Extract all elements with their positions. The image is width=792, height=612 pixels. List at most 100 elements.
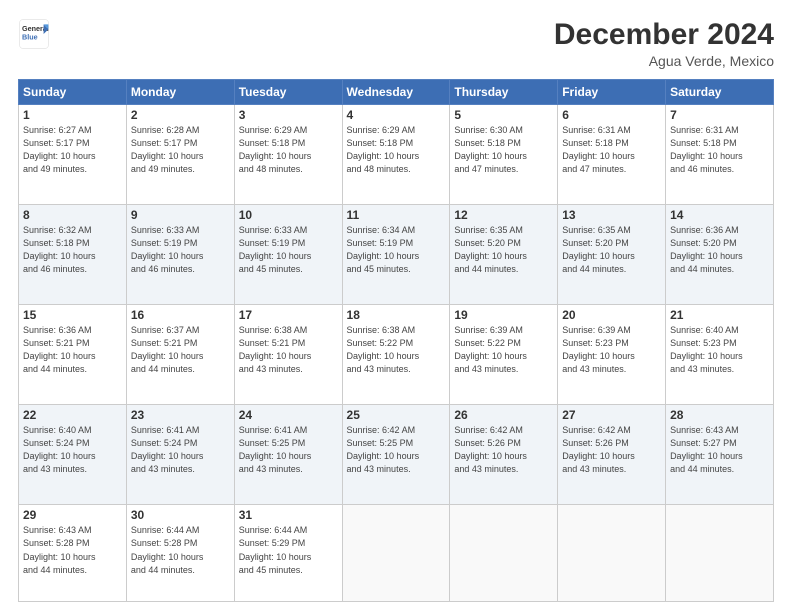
- day-info: Sunrise: 6:34 AM Sunset: 5:19 PM Dayligh…: [347, 224, 446, 276]
- day-info: Sunrise: 6:28 AM Sunset: 5:17 PM Dayligh…: [131, 124, 230, 176]
- calendar-cell: 27 Sunrise: 6:42 AM Sunset: 5:26 PM Dayli…: [558, 405, 666, 505]
- calendar-cell: 24Sunrise: 6:41 AM Sunset: 5:25 PM Dayli…: [234, 405, 342, 505]
- day-info: Sunrise: 6:36 AM Sunset: 5:20 PM Dayligh…: [670, 224, 769, 276]
- day-info: Sunrise: 6:44 AM Sunset: 5:29 PM Dayligh…: [239, 524, 338, 576]
- calendar-table: SundayMondayTuesdayWednesdayThursdayFrid…: [18, 79, 774, 602]
- calendar-cell: [666, 505, 774, 602]
- calendar-cell: 8Sunrise: 6:32 AM Sunset: 5:18 PM Daylig…: [19, 205, 127, 305]
- day-number: 22: [23, 408, 122, 422]
- col-header-tuesday: Tuesday: [234, 80, 342, 105]
- day-number: 15: [23, 308, 122, 322]
- calendar-cell: 6 Sunrise: 6:31 AM Sunset: 5:18 PM Daylig…: [558, 105, 666, 205]
- col-header-friday: Friday: [558, 80, 666, 105]
- day-info: Sunrise: 6:39 AM Sunset: 5:22 PM Dayligh…: [454, 324, 553, 376]
- day-info: Sunrise: 6:33 AM Sunset: 5:19 PM Dayligh…: [131, 224, 230, 276]
- col-header-monday: Monday: [126, 80, 234, 105]
- day-info: Sunrise: 6:31 AM Sunset: 5:18 PM Dayligh…: [562, 124, 661, 176]
- day-number: 31: [239, 508, 338, 522]
- day-number: 28: [670, 408, 769, 422]
- svg-text:Blue: Blue: [22, 33, 38, 42]
- calendar-cell: 14Sunrise: 6:36 AM Sunset: 5:20 PM Dayli…: [666, 205, 774, 305]
- day-number: 5: [454, 108, 553, 122]
- calendar-cell: 17Sunrise: 6:38 AM Sunset: 5:21 PM Dayli…: [234, 305, 342, 405]
- calendar-cell: [450, 505, 558, 602]
- day-info: Sunrise: 6:39 AM Sunset: 5:23 PM Dayligh…: [562, 324, 661, 376]
- day-number: 23: [131, 408, 230, 422]
- calendar-cell: 29 Sunrise: 6:43 AM Sunset: 5:28 PM Dayli…: [19, 505, 127, 602]
- day-number: 26: [454, 408, 553, 422]
- day-number: 10: [239, 208, 338, 222]
- day-number: 16: [131, 308, 230, 322]
- calendar-cell: 2 Sunrise: 6:28 AM Sunset: 5:17 PM Daylig…: [126, 105, 234, 205]
- day-number: 13: [562, 208, 661, 222]
- day-info: Sunrise: 6:29 AM Sunset: 5:18 PM Dayligh…: [347, 124, 446, 176]
- day-number: 29: [23, 508, 122, 522]
- day-number: 27: [562, 408, 661, 422]
- day-number: 25: [347, 408, 446, 422]
- day-number: 7: [670, 108, 769, 122]
- calendar-cell: 19 Sunrise: 6:39 AM Sunset: 5:22 PM Dayli…: [450, 305, 558, 405]
- calendar-cell: 22 Sunrise: 6:40 AM Sunset: 5:24 PM Dayli…: [19, 405, 127, 505]
- calendar-cell: 21 Sunrise: 6:40 AM Sunset: 5:23 PM Dayli…: [666, 305, 774, 405]
- day-info: Sunrise: 6:27 AM Sunset: 5:17 PM Dayligh…: [23, 124, 122, 176]
- title-block: December 2024 Agua Verde, Mexico: [554, 18, 774, 69]
- day-info: Sunrise: 6:38 AM Sunset: 5:22 PM Dayligh…: [347, 324, 446, 376]
- calendar-cell: 9Sunrise: 6:33 AM Sunset: 5:19 PM Daylig…: [126, 205, 234, 305]
- calendar-cell: 20 Sunrise: 6:39 AM Sunset: 5:23 PM Dayli…: [558, 305, 666, 405]
- calendar-cell: [342, 505, 450, 602]
- day-info: Sunrise: 6:36 AM Sunset: 5:21 PM Dayligh…: [23, 324, 122, 376]
- day-number: 11: [347, 208, 446, 222]
- day-info: Sunrise: 6:35 AM Sunset: 5:20 PM Dayligh…: [562, 224, 661, 276]
- calendar-cell: [558, 505, 666, 602]
- calendar-cell: 5 Sunrise: 6:30 AM Sunset: 5:18 PM Daylig…: [450, 105, 558, 205]
- day-info: Sunrise: 6:42 AM Sunset: 5:26 PM Dayligh…: [562, 424, 661, 476]
- day-number: 1: [23, 108, 122, 122]
- day-info: Sunrise: 6:42 AM Sunset: 5:26 PM Dayligh…: [454, 424, 553, 476]
- col-header-saturday: Saturday: [666, 80, 774, 105]
- header: General Blue December 2024 Agua Verde, M…: [18, 18, 774, 69]
- day-number: 18: [347, 308, 446, 322]
- logo: General Blue: [18, 18, 50, 50]
- col-header-wednesday: Wednesday: [342, 80, 450, 105]
- day-number: 6: [562, 108, 661, 122]
- calendar-cell: 4 Sunrise: 6:29 AM Sunset: 5:18 PM Daylig…: [342, 105, 450, 205]
- day-info: Sunrise: 6:43 AM Sunset: 5:27 PM Dayligh…: [670, 424, 769, 476]
- subtitle: Agua Verde, Mexico: [554, 53, 774, 69]
- day-info: Sunrise: 6:29 AM Sunset: 5:18 PM Dayligh…: [239, 124, 338, 176]
- calendar-cell: 26 Sunrise: 6:42 AM Sunset: 5:26 PM Dayli…: [450, 405, 558, 505]
- calendar-cell: 15 Sunrise: 6:36 AM Sunset: 5:21 PM Dayli…: [19, 305, 127, 405]
- day-number: 12: [454, 208, 553, 222]
- day-info: Sunrise: 6:41 AM Sunset: 5:25 PM Dayligh…: [239, 424, 338, 476]
- calendar-cell: 3 Sunrise: 6:29 AM Sunset: 5:18 PM Daylig…: [234, 105, 342, 205]
- calendar-cell: 23Sunrise: 6:41 AM Sunset: 5:24 PM Dayli…: [126, 405, 234, 505]
- day-info: Sunrise: 6:33 AM Sunset: 5:19 PM Dayligh…: [239, 224, 338, 276]
- day-info: Sunrise: 6:30 AM Sunset: 5:18 PM Dayligh…: [454, 124, 553, 176]
- day-info: Sunrise: 6:42 AM Sunset: 5:25 PM Dayligh…: [347, 424, 446, 476]
- day-number: 3: [239, 108, 338, 122]
- day-number: 4: [347, 108, 446, 122]
- calendar-cell: 12 Sunrise: 6:35 AM Sunset: 5:20 PM Dayli…: [450, 205, 558, 305]
- day-number: 20: [562, 308, 661, 322]
- col-header-thursday: Thursday: [450, 80, 558, 105]
- day-info: Sunrise: 6:35 AM Sunset: 5:20 PM Dayligh…: [454, 224, 553, 276]
- day-info: Sunrise: 6:31 AM Sunset: 5:18 PM Dayligh…: [670, 124, 769, 176]
- day-number: 2: [131, 108, 230, 122]
- day-info: Sunrise: 6:43 AM Sunset: 5:28 PM Dayligh…: [23, 524, 122, 576]
- day-info: Sunrise: 6:38 AM Sunset: 5:21 PM Dayligh…: [239, 324, 338, 376]
- col-header-sunday: Sunday: [19, 80, 127, 105]
- calendar-cell: 25 Sunrise: 6:42 AM Sunset: 5:25 PM Dayli…: [342, 405, 450, 505]
- calendar-cell: 31 Sunrise: 6:44 AM Sunset: 5:29 PM Dayli…: [234, 505, 342, 602]
- day-info: Sunrise: 6:40 AM Sunset: 5:24 PM Dayligh…: [23, 424, 122, 476]
- main-title: December 2024: [554, 18, 774, 51]
- day-info: Sunrise: 6:40 AM Sunset: 5:23 PM Dayligh…: [670, 324, 769, 376]
- calendar-cell: 1 Sunrise: 6:27 AM Sunset: 5:17 PM Daylig…: [19, 105, 127, 205]
- calendar-cell: 30Sunrise: 6:44 AM Sunset: 5:28 PM Dayli…: [126, 505, 234, 602]
- day-number: 19: [454, 308, 553, 322]
- day-number: 21: [670, 308, 769, 322]
- calendar-cell: 16Sunrise: 6:37 AM Sunset: 5:21 PM Dayli…: [126, 305, 234, 405]
- calendar-cell: 18 Sunrise: 6:38 AM Sunset: 5:22 PM Dayli…: [342, 305, 450, 405]
- logo-icon: General Blue: [18, 18, 50, 50]
- day-number: 8: [23, 208, 122, 222]
- calendar-cell: 7 Sunrise: 6:31 AM Sunset: 5:18 PM Daylig…: [666, 105, 774, 205]
- calendar-cell: 11 Sunrise: 6:34 AM Sunset: 5:19 PM Dayli…: [342, 205, 450, 305]
